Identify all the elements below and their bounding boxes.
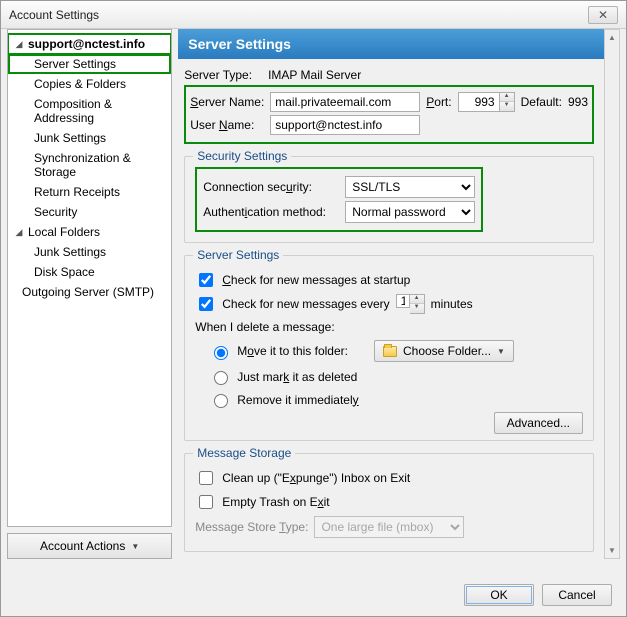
store-type-label: Message Store Type: [195, 520, 308, 534]
panel-heading: Server Settings [178, 29, 604, 59]
expunge-checkbox[interactable] [199, 471, 213, 485]
cancel-button[interactable]: Cancel [542, 584, 612, 606]
scroll-up-icon[interactable]: ▲ [608, 33, 616, 42]
delete-mark-label: Just mark it as deleted [237, 370, 357, 384]
delete-remove-label: Remove it immediately [237, 393, 358, 407]
sidebar-item-disk-space[interactable]: Disk Space [8, 262, 171, 282]
port-input[interactable] [458, 92, 500, 112]
check-every-label-pre: Check for new messages every [222, 297, 389, 311]
message-storage-fieldset: Message Storage Clean up ("Expunge") Inb… [184, 453, 594, 552]
expunge-label: Clean up ("Expunge") Inbox on Exit [222, 471, 410, 485]
local-folders-node[interactable]: ◢ Local Folders [8, 222, 171, 242]
account-name: support@nctest.info [28, 37, 145, 51]
window-title: Account Settings [9, 8, 588, 22]
security-highlight: Connection security: SSL/TLS Authenticat… [195, 167, 483, 232]
delete-move-label: Move it to this folder: [237, 344, 348, 358]
local-folders-label: Local Folders [28, 225, 100, 239]
choose-folder-button[interactable]: Choose Folder... ▼ [374, 340, 514, 362]
port-label: Port: [426, 95, 451, 109]
security-fieldset: Security Settings Connection security: S… [184, 156, 594, 243]
server-name-label: Server Name: [190, 95, 264, 109]
server-block-highlight: Server Name: Port: ▲▼ Default: 993 [184, 85, 594, 144]
message-storage-legend: Message Storage [193, 446, 295, 460]
advanced-button[interactable]: Advanced... [494, 412, 583, 434]
auth-method-select[interactable]: Normal password [345, 201, 475, 223]
conn-security-label: Connection security: [203, 180, 339, 194]
store-type-select: One large file (mbox) [314, 516, 464, 538]
check-startup-checkbox[interactable] [199, 273, 213, 287]
conn-security-select[interactable]: SSL/TLS [345, 176, 475, 198]
expand-icon: ◢ [14, 39, 24, 50]
sidebar-item-composition[interactable]: Composition & Addressing [8, 94, 171, 128]
auth-method-label: Authentication method: [203, 205, 339, 219]
close-button[interactable]: ✕ [588, 6, 618, 24]
titlebar: Account Settings ✕ [1, 1, 626, 29]
spinner-down-icon[interactable]: ▼ [500, 102, 514, 111]
spinner-up-icon[interactable]: ▲ [410, 295, 424, 304]
check-every-spinner[interactable]: ▲▼ [410, 294, 425, 314]
scroll-down-icon[interactable]: ▼ [608, 546, 616, 555]
empty-trash-checkbox[interactable] [199, 495, 213, 509]
port-default-value: 993 [568, 95, 588, 109]
delete-message-label: When I delete a message: [195, 320, 583, 334]
sidebar-item-security[interactable]: Security [8, 202, 171, 222]
chevron-down-icon: ▼ [497, 347, 505, 356]
user-name-input[interactable] [270, 115, 420, 135]
sidebar: ◢ support@nctest.info Server Settings Co… [7, 29, 172, 527]
delete-move-radio[interactable] [214, 346, 228, 360]
dialog-footer: OK Cancel [464, 584, 612, 606]
port-default-label: Default: [521, 95, 562, 109]
empty-trash-label: Empty Trash on Exit [222, 495, 329, 509]
spinner-up-icon[interactable]: ▲ [500, 93, 514, 102]
check-startup-label: Check for new messages at startup [222, 273, 410, 287]
account-actions-label: Account Actions [40, 539, 125, 553]
sidebar-item-return-receipts[interactable]: Return Receipts [8, 182, 171, 202]
sidebar-item-sync-storage[interactable]: Synchronization & Storage [8, 148, 171, 182]
server-settings-fieldset: Server Settings Check for new messages a… [184, 255, 594, 441]
check-every-checkbox[interactable] [199, 297, 213, 311]
expand-icon: ◢ [14, 227, 24, 238]
sidebar-item-junk[interactable]: Junk Settings [8, 128, 171, 148]
delete-remove-radio[interactable] [214, 394, 228, 408]
security-legend: Security Settings [193, 149, 291, 163]
server-name-input[interactable] [270, 92, 420, 112]
account-node[interactable]: ◢ support@nctest.info [8, 34, 171, 54]
check-every-input[interactable] [396, 294, 410, 308]
sidebar-item-server-settings[interactable]: Server Settings [8, 54, 171, 74]
account-settings-window: Account Settings ✕ ◢ support@nctest.info… [0, 0, 627, 617]
sidebar-item-copies-folders[interactable]: Copies & Folders [8, 74, 171, 94]
account-actions-button[interactable]: Account Actions ▼ [7, 533, 172, 559]
ok-button[interactable]: OK [464, 584, 534, 606]
delete-mark-radio[interactable] [214, 371, 228, 385]
chevron-down-icon: ▼ [131, 542, 139, 551]
check-every-label-post: minutes [431, 297, 473, 311]
port-spinner[interactable]: ▲▼ [500, 92, 515, 112]
spinner-down-icon[interactable]: ▼ [410, 304, 424, 313]
sidebar-item-local-junk[interactable]: Junk Settings [8, 242, 171, 262]
scrollbar[interactable]: ▲ ▼ [604, 29, 620, 559]
sidebar-item-outgoing[interactable]: Outgoing Server (SMTP) [8, 282, 171, 302]
choose-folder-label: Choose Folder... [403, 344, 491, 358]
server-type-label: Server Type: [184, 68, 252, 82]
user-name-label: User Name: [190, 118, 264, 132]
server-settings-legend: Server Settings [193, 248, 283, 262]
settings-panel: Server Settings Server Type: IMAP Mail S… [178, 29, 604, 559]
folder-icon [383, 346, 397, 357]
server-type-value: IMAP Mail Server [268, 68, 361, 82]
outgoing-label: Outgoing Server (SMTP) [22, 285, 154, 299]
